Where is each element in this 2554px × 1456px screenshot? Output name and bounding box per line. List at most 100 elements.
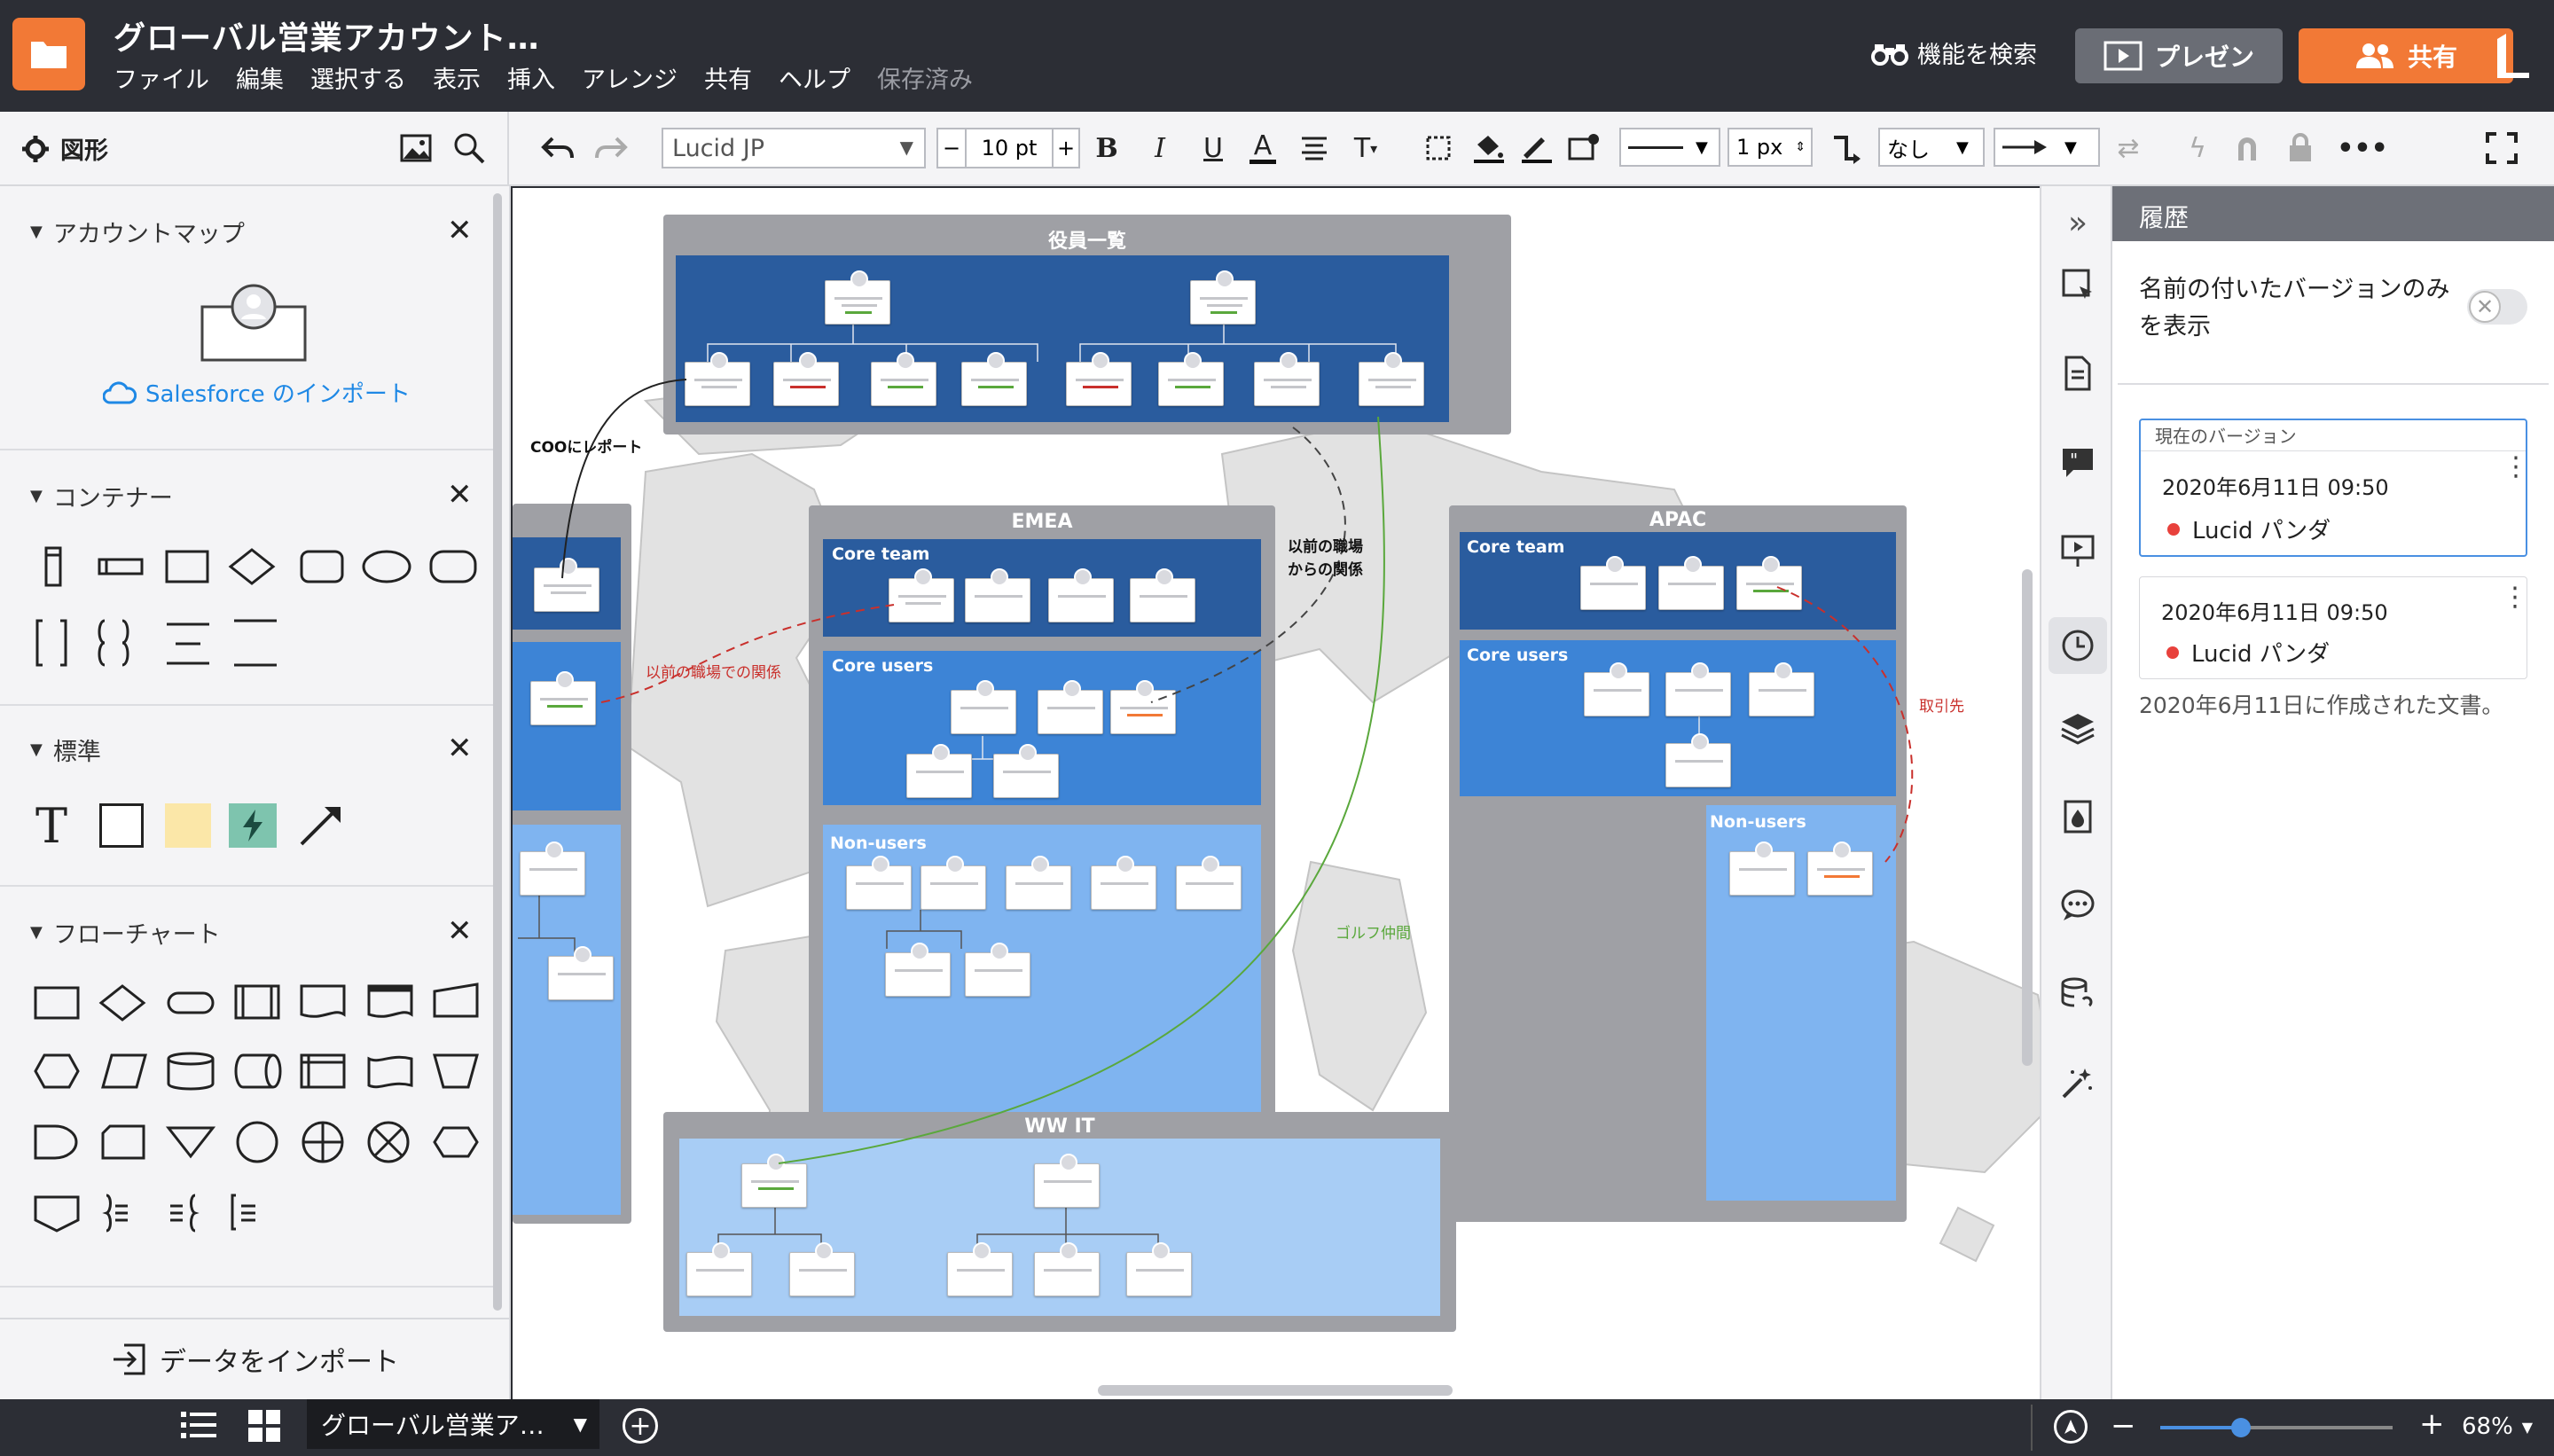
- font-size-stepper[interactable]: − 10 pt +: [936, 128, 1080, 168]
- container-shapes-grid[interactable]: [30, 546, 482, 688]
- text-shape-icon[interactable]: T: [35, 798, 67, 854]
- lucid-logo-icon[interactable]: [2492, 32, 2536, 80]
- arrow-line-icon[interactable]: [298, 802, 344, 848]
- flowchart-shapes-grid[interactable]: [30, 981, 482, 1264]
- bold-icon[interactable]: B: [1089, 126, 1124, 170]
- section-standard[interactable]: ▼ 標準: [30, 732, 101, 767]
- decrease-size-button[interactable]: −: [938, 129, 967, 167]
- panel-scrollbar[interactable]: [493, 193, 502, 1311]
- version-item[interactable]: 2020年6月11日 09:50 Lucid パンダ ⋮: [2139, 576, 2528, 679]
- menu-insert[interactable]: 挿入: [507, 60, 555, 95]
- import-data-button[interactable]: データをインポート: [0, 1318, 509, 1399]
- italic-icon[interactable]: I: [1142, 126, 1178, 170]
- close-icon[interactable]: ✕: [447, 913, 473, 949]
- page-tab[interactable]: グローバル営業ア… ▼: [307, 1399, 599, 1449]
- client-label[interactable]: 取引先: [1919, 693, 1964, 716]
- more-vertical-icon[interactable]: ⋮: [2503, 454, 2529, 481]
- container-icon[interactable]: [1419, 126, 1458, 170]
- line-routing-icon[interactable]: [1827, 126, 1866, 170]
- rectangle-shape-icon[interactable]: [99, 803, 144, 848]
- close-icon[interactable]: ✕: [447, 213, 473, 248]
- section-account-map[interactable]: ▼ アカウントマップ: [30, 215, 245, 249]
- menu-select[interactable]: 選択する: [310, 60, 406, 95]
- zoom-slider-handle[interactable]: [2231, 1418, 2251, 1437]
- account-card-icon[interactable]: [199, 282, 309, 364]
- undo-icon[interactable]: [536, 126, 580, 170]
- canvas-v-scrollbar[interactable]: [2022, 569, 2033, 1066]
- folder-icon[interactable]: [12, 18, 85, 90]
- chevron-down-icon[interactable]: ▼: [574, 1413, 587, 1435]
- section-containers[interactable]: ▼ コンテナー: [30, 479, 173, 513]
- shapes-header[interactable]: 図形: [21, 131, 108, 166]
- theme-icon[interactable]: [1564, 126, 1603, 170]
- select-shape-icon[interactable]: [2056, 262, 2100, 307]
- zoom-out-icon[interactable]: −: [2111, 1408, 2136, 1444]
- fullscreen-icon[interactable]: [2480, 126, 2524, 170]
- chat-icon[interactable]: [2056, 883, 2100, 928]
- text-color-icon[interactable]: A: [1245, 126, 1281, 170]
- more-vertical-icon[interactable]: ⋮: [2502, 584, 2528, 611]
- present-button[interactable]: プレゼン: [2075, 28, 2283, 83]
- lock-icon[interactable]: [2281, 126, 2320, 170]
- line-style-select[interactable]: ▼: [1619, 128, 1720, 167]
- comment-quote-icon[interactable]: ": [2056, 440, 2100, 484]
- line-color-icon[interactable]: [1516, 126, 1555, 170]
- close-icon[interactable]: ✕: [447, 477, 473, 513]
- add-page-icon[interactable]: +: [623, 1408, 658, 1444]
- font-family-select[interactable]: Lucid JP ▼: [662, 128, 926, 168]
- menu-view[interactable]: 表示: [433, 60, 481, 95]
- magnet-icon[interactable]: [2228, 126, 2267, 170]
- data-drop-icon[interactable]: [2056, 795, 2100, 839]
- golf-label[interactable]: ゴルフ仲間: [1336, 920, 1411, 943]
- coo-report-label[interactable]: COOにレポート: [530, 434, 642, 457]
- more-options-icon[interactable]: •••: [2337, 126, 2388, 170]
- prev-job-label-l1[interactable]: 以前の職場: [1288, 534, 1363, 556]
- increase-size-button[interactable]: +: [1052, 129, 1078, 167]
- align-icon[interactable]: [1297, 126, 1332, 170]
- version-item-current[interactable]: 現在のバージョン 2020年6月11日 09:50 Lucid パンダ ⋮: [2139, 419, 2529, 557]
- named-versions-toggle[interactable]: ✕: [2467, 289, 2527, 325]
- find-feature-button[interactable]: 機能を検索: [1871, 35, 2037, 70]
- share-button[interactable]: 共有: [2299, 28, 2513, 83]
- list-view-icon[interactable]: [181, 1410, 216, 1444]
- close-icon[interactable]: ✕: [447, 731, 473, 766]
- zoom-in-icon[interactable]: +: [2419, 1406, 2445, 1442]
- menu-help[interactable]: ヘルプ: [779, 60, 850, 95]
- menu-share[interactable]: 共有: [704, 60, 752, 95]
- navigate-icon[interactable]: [2054, 1410, 2088, 1444]
- font-size-value[interactable]: 10 pt: [967, 129, 1052, 167]
- presentation-icon[interactable]: [2056, 528, 2100, 573]
- layers-icon[interactable]: [2056, 706, 2100, 750]
- search-icon[interactable]: [449, 126, 490, 170]
- salesforce-import-link[interactable]: Salesforce のインポート: [103, 376, 411, 409]
- text-options-icon[interactable]: T ▾: [1346, 126, 1385, 170]
- history-clock-icon[interactable]: [2049, 617, 2107, 674]
- canvas-h-scrollbar[interactable]: [1098, 1385, 1453, 1396]
- diagram-canvas[interactable]: 役員一覧 EMEA Core team Core users Non-users…: [513, 188, 2040, 1399]
- zoom-slider[interactable]: [2160, 1418, 2393, 1437]
- image-icon[interactable]: [396, 126, 436, 170]
- arrow-start-select[interactable]: なし ▼: [1878, 128, 1985, 167]
- menu-arrange[interactable]: アレンジ: [582, 60, 678, 95]
- line-width-select[interactable]: 1 px ⇕: [1727, 128, 1813, 167]
- sticky-note-icon[interactable]: [165, 803, 211, 848]
- menu-file[interactable]: ファイル: [114, 60, 209, 95]
- section-flowchart[interactable]: ▼ フローチャート: [30, 915, 221, 950]
- page-icon[interactable]: [2056, 351, 2100, 395]
- zoom-level-select[interactable]: 68% ▼: [2462, 1413, 2533, 1440]
- document-title[interactable]: グローバル営業アカウント…: [114, 12, 540, 59]
- redo-icon[interactable]: [589, 126, 633, 170]
- collapse-panel-icon[interactable]: »: [2056, 200, 2100, 245]
- prev-job-relation-label[interactable]: 以前の職場での関係: [646, 660, 781, 682]
- fill-color-icon[interactable]: [1469, 126, 1508, 170]
- prev-job-label-l2[interactable]: からの関係: [1288, 557, 1363, 579]
- action-shape-icon[interactable]: [229, 803, 277, 848]
- magic-wand-icon[interactable]: [2056, 1061, 2100, 1105]
- lightning-icon[interactable]: ϟ: [2178, 126, 2217, 170]
- arrow-end-select[interactable]: ▼: [1994, 128, 2100, 167]
- underline-icon[interactable]: U: [1195, 126, 1231, 170]
- grid-view-icon[interactable]: [248, 1410, 282, 1445]
- menu-edit[interactable]: 編集: [236, 60, 284, 95]
- database-link-icon[interactable]: [2056, 972, 2100, 1016]
- swap-arrows-icon[interactable]: ⇄: [2109, 126, 2148, 170]
